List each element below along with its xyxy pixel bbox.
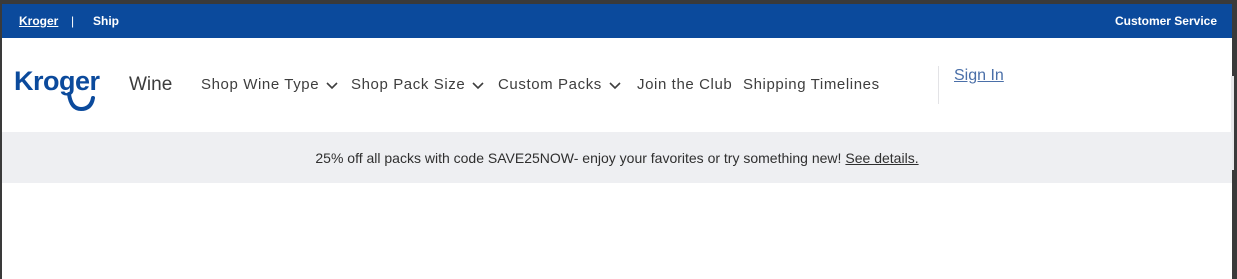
- promo-text: 25% off all packs with code SAVE25NOW- e…: [315, 149, 842, 166]
- nav-label: Shop Pack Size: [351, 76, 466, 93]
- site-title: Wine: [129, 74, 173, 95]
- nav-join-the-club[interactable]: Join the Club: [637, 76, 732, 93]
- see-details-link[interactable]: See details.: [845, 150, 918, 166]
- logo-wordmark: Kroger: [14, 66, 101, 96]
- utility-separator: |: [71, 14, 75, 28]
- promo-banner: 25% off all packs with code SAVE25NOW- e…: [2, 132, 1232, 183]
- utility-bar: Kroger | Ship Customer Service: [2, 4, 1232, 38]
- kroger-home-link[interactable]: Kroger: [19, 14, 58, 28]
- nav-label: Join the Club: [637, 76, 733, 93]
- chevron-down-icon: [326, 77, 338, 94]
- sign-in-link[interactable]: Sign In: [954, 67, 1004, 85]
- kroger-logo-icon: Kroger: [14, 66, 101, 112]
- nav-shop-pack-size[interactable]: Shop Pack Size: [351, 76, 484, 94]
- ship-link[interactable]: Ship: [93, 14, 119, 28]
- nav-shipping-timelines[interactable]: Shipping Timelines: [743, 76, 880, 93]
- site-header: Kroger Wine Shop Wine Type Shop Pack Siz…: [2, 38, 1234, 170]
- nav-shop-wine-type[interactable]: Shop Wine Type: [201, 76, 338, 94]
- kroger-logo[interactable]: Kroger: [13, 56, 113, 114]
- chevron-down-icon: [472, 77, 484, 94]
- nav-label: Shipping Timelines: [743, 76, 880, 93]
- nav-label: Shop Wine Type: [201, 76, 320, 93]
- header-divider: [938, 66, 939, 104]
- nav-label: Custom Packs: [498, 76, 602, 93]
- nav-custom-packs[interactable]: Custom Packs: [498, 76, 621, 94]
- chevron-down-icon: [609, 77, 621, 94]
- customer-service-link[interactable]: Customer Service: [1115, 14, 1217, 28]
